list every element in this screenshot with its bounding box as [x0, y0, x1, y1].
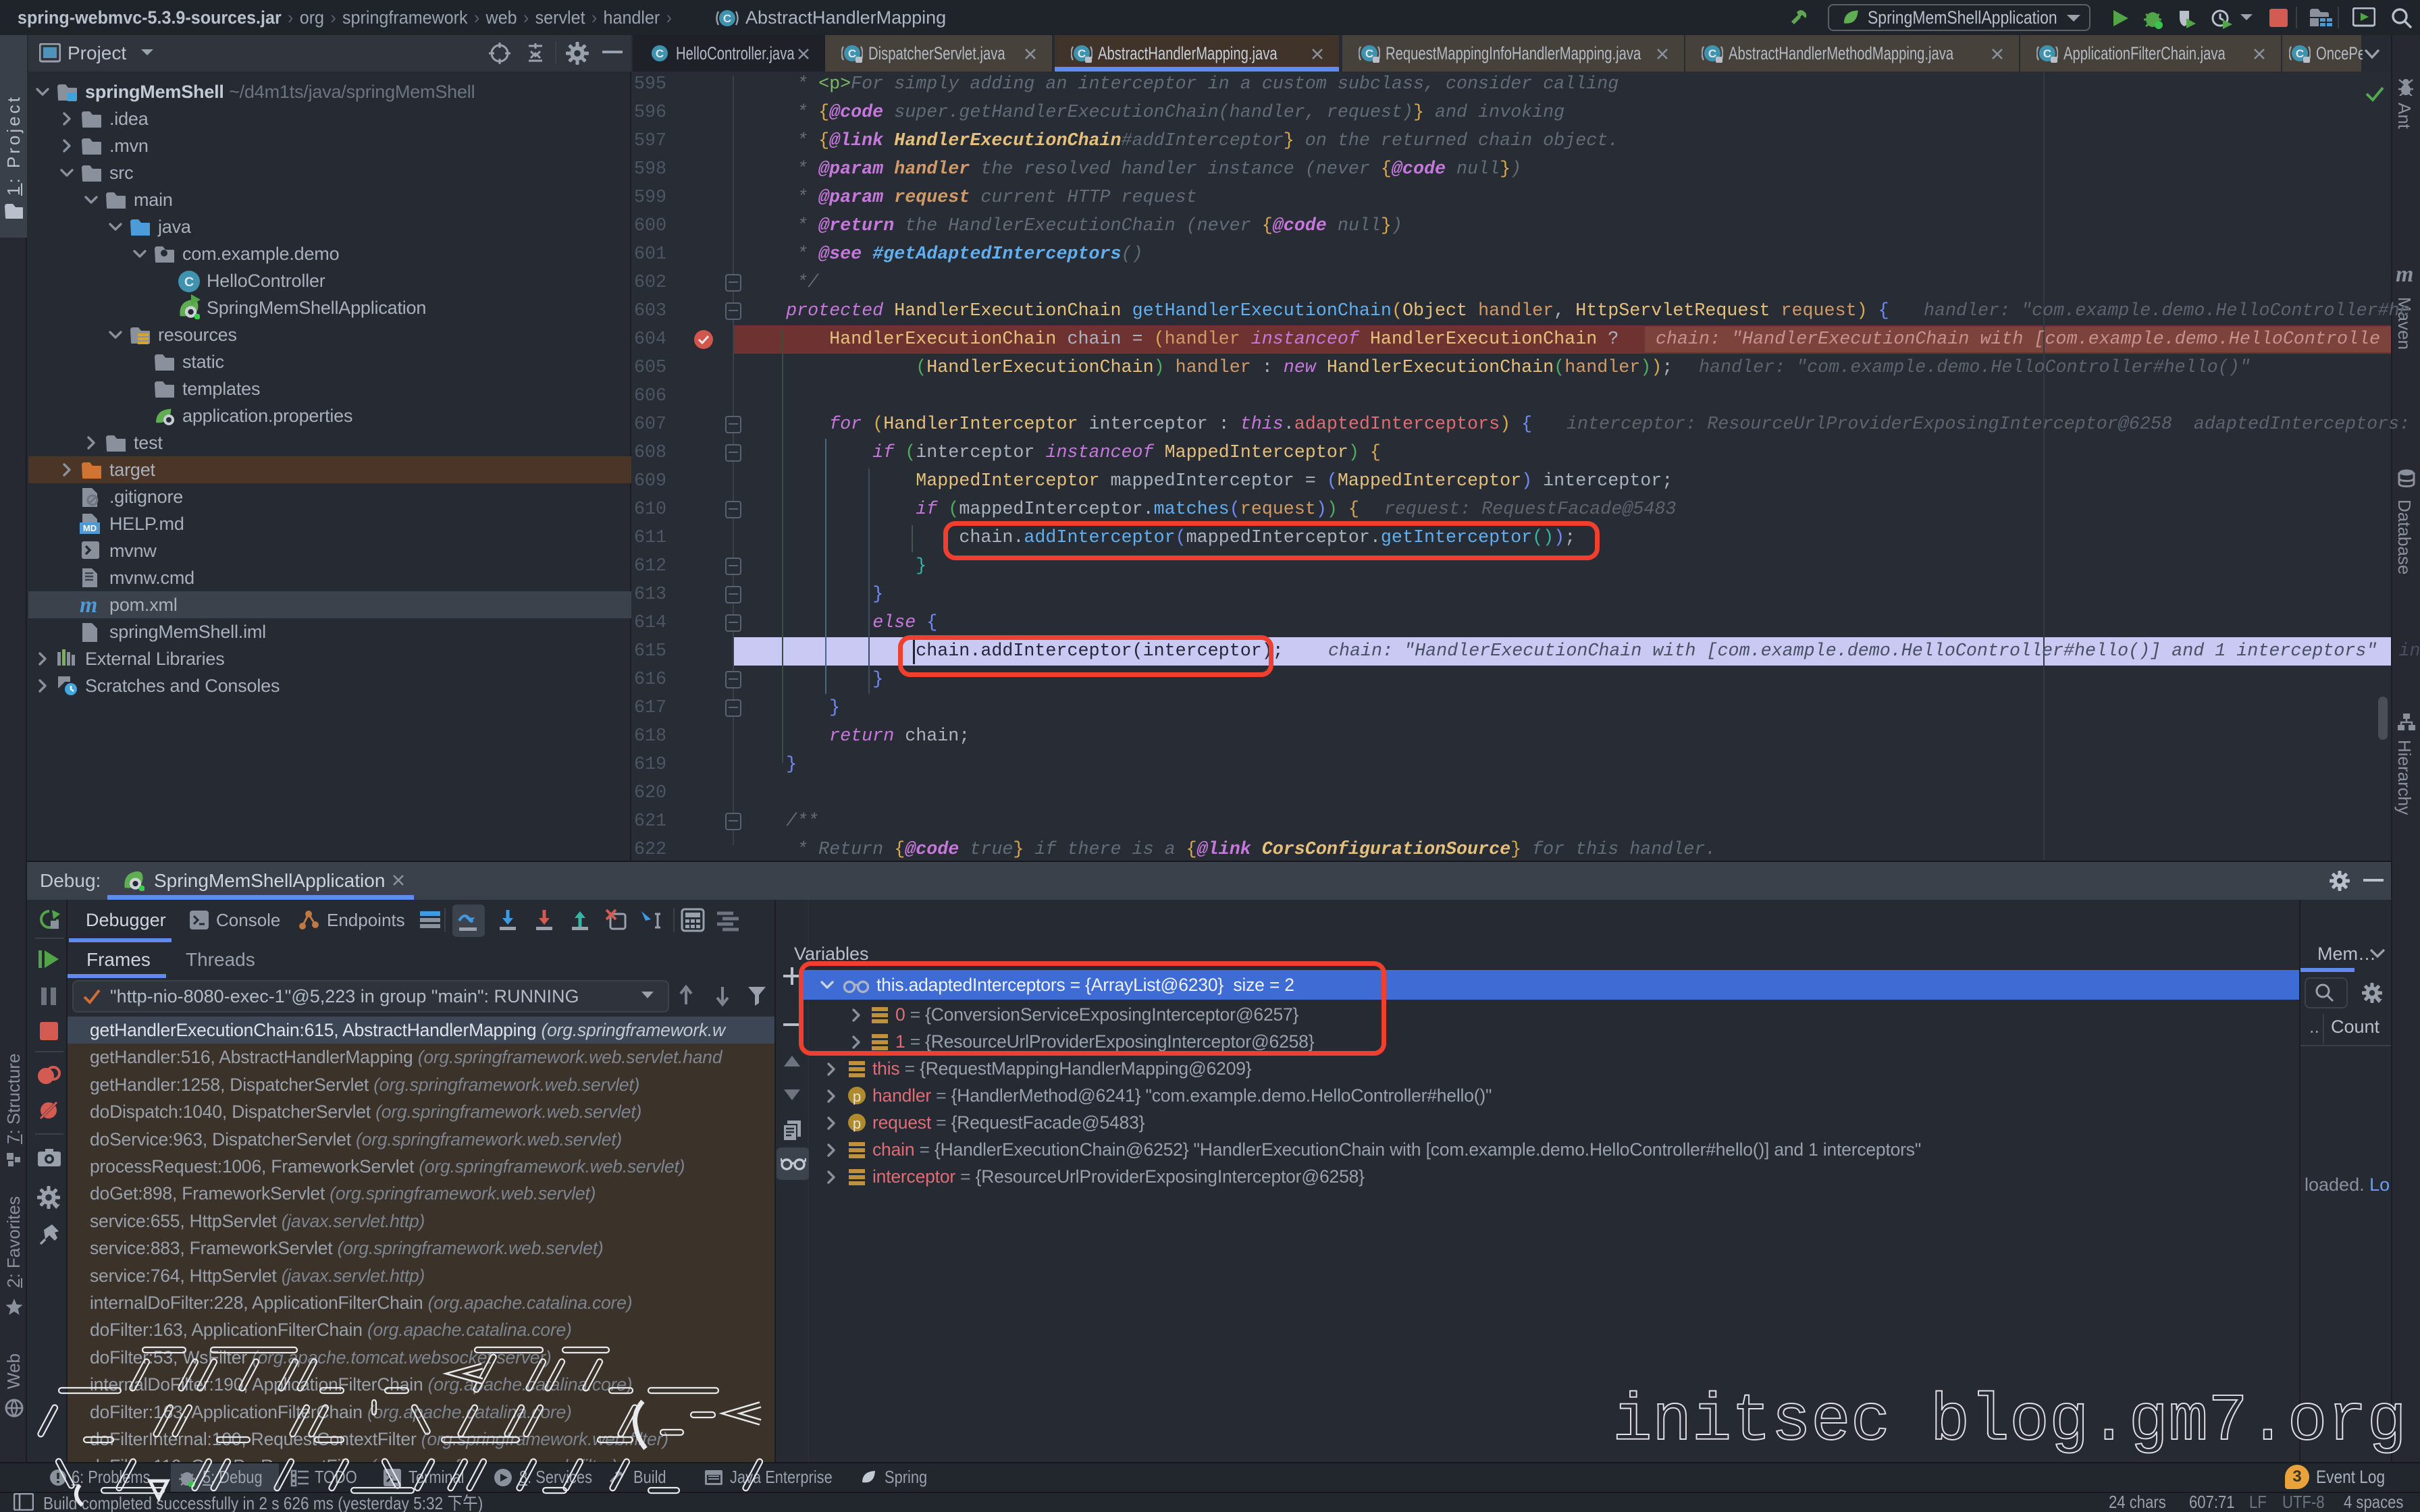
svg-text:C: C: [848, 47, 856, 60]
svg-text:C: C: [1708, 47, 1716, 60]
svg-text:C: C: [184, 275, 194, 290]
svg-text:C: C: [723, 12, 731, 25]
svg-text:C: C: [656, 47, 664, 60]
svg-text:C: C: [2043, 47, 2051, 60]
svg-text:p: p: [853, 1115, 861, 1132]
svg-text:p: p: [853, 1088, 861, 1105]
svg-text:C: C: [1078, 47, 1086, 60]
svg-text:C: C: [1365, 47, 1373, 60]
svg-text:C: C: [2296, 47, 2304, 60]
